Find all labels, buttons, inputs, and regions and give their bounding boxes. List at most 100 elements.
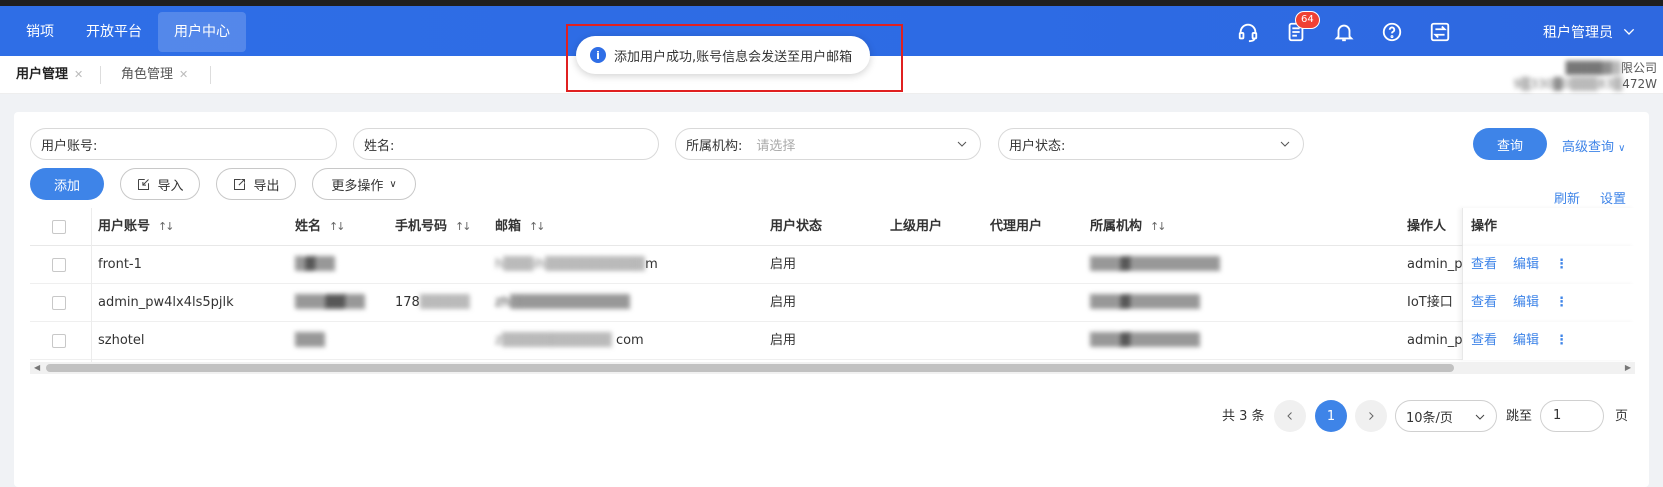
row-checkbox[interactable] <box>52 296 66 310</box>
tab-role-management[interactable]: 角色管理 ✕ <box>121 56 188 94</box>
col-org[interactable]: 所属机构 ↑↓ <box>1090 208 1167 246</box>
col-operator: 操作人 <box>1407 219 1447 234</box>
cell-name-redacted: ▒▓▒▒ <box>295 257 335 272</box>
horizontal-scrollbar[interactable]: ◀ ▶ <box>30 362 1635 374</box>
window-top-strip <box>0 0 1663 6</box>
help-icon[interactable] <box>1379 19 1405 45</box>
col-actions: 操作 <box>1471 219 1498 234</box>
col-phone[interactable]: 手机号码 ↑↓ <box>395 208 472 246</box>
name-filter[interactable]: 姓名: <box>353 128 659 160</box>
scroll-right-icon[interactable]: ▶ <box>1625 362 1631 374</box>
account-filter[interactable]: 用户账号: <box>30 128 337 160</box>
settings-link[interactable]: 设置 <box>1600 188 1626 207</box>
headset-icon[interactable] <box>1235 19 1261 45</box>
close-icon[interactable]: ✕ <box>74 68 83 81</box>
sort-icon[interactable]: ↑↓ <box>329 220 346 233</box>
document-icon[interactable]: 64 <box>1283 11 1320 45</box>
view-link[interactable]: 查看 <box>1471 333 1497 348</box>
prev-page-button[interactable] <box>1274 400 1306 432</box>
status-select[interactable]: 用户状态: <box>998 128 1304 160</box>
sort-icon[interactable]: ↑↓ <box>529 220 546 233</box>
import-button[interactable]: 导入 <box>120 168 200 200</box>
company-tax-id: 472W <box>1622 77 1657 91</box>
cell-org-redacted: ▒▒▒▓▒▒▒▒▒▒▒ <box>1090 333 1200 348</box>
view-link[interactable]: 查看 <box>1471 257 1497 272</box>
edit-link[interactable]: 编辑 <box>1513 295 1539 310</box>
cell-phone: 178▒▒▒▒▒ <box>395 295 470 310</box>
total-count: 共 3 条 <box>1222 409 1265 424</box>
export-button[interactable]: 导出 <box>216 168 296 200</box>
cell-email-redacted: zh▒▒▒▒▒▒▒▒▒▒▒▒ <box>495 295 631 310</box>
export-label: 导出 <box>253 178 280 194</box>
success-toast: i 添加用户成功,账号信息会发送至用户邮箱 <box>576 36 871 74</box>
col-actions-header: 操作 <box>1462 208 1635 246</box>
col-email-label: 邮箱 <box>495 219 522 234</box>
toast-message: 添加用户成功,账号信息会发送至用户邮箱 <box>614 49 853 65</box>
main-nav: 销项 开放平台 用户中心 <box>0 12 246 52</box>
more-actions-button[interactable]: 更多操作 ∨ <box>312 168 416 200</box>
table-header: 用户账号 ↑↓ 姓名 ↑↓ 手机号码 ↑↓ 邮箱 ↑↓ 用户状态 上级用户 代理用户 所… <box>30 208 1635 246</box>
chevron-down-icon <box>1623 28 1635 35</box>
view-link[interactable]: 查看 <box>1471 295 1497 310</box>
name-filter-label: 姓名: <box>364 138 395 154</box>
tab-label: 角色管理 <box>121 67 174 82</box>
chevron-down-icon: ∨ <box>389 178 397 190</box>
chevron-down-icon <box>1475 414 1485 420</box>
add-user-button[interactable]: 添加 <box>30 168 104 200</box>
chevron-right-icon <box>1369 412 1374 420</box>
scrollbar-thumb[interactable] <box>46 364 1454 372</box>
sort-icon[interactable]: ↑↓ <box>455 220 472 233</box>
org-select[interactable]: 所属机构: 请选择 <box>675 128 981 160</box>
row-checkbox[interactable] <box>52 334 66 348</box>
account-filter-label: 用户账号: <box>41 138 98 154</box>
next-page-button[interactable] <box>1355 400 1387 432</box>
cell-status: 启用 <box>770 333 797 348</box>
export-icon <box>234 178 246 190</box>
more-icon[interactable]: ⋮ <box>1555 257 1568 272</box>
sort-icon[interactable]: ↑↓ <box>1150 220 1167 233</box>
col-agent: 代理用户 <box>990 219 1043 234</box>
jump-page-input[interactable]: 1 <box>1540 400 1604 432</box>
row-actions: 查看 编辑 ⋮ <box>1462 284 1635 322</box>
query-button[interactable]: 查询 <box>1473 128 1547 160</box>
sort-icon[interactable]: ↑↓ <box>158 220 175 233</box>
nav-item-user-center[interactable]: 用户中心 <box>158 12 246 52</box>
cell-email: z▒▒▒▒▒▒▒▒▒▒▒ com <box>495 333 644 348</box>
row-checkbox[interactable] <box>52 258 66 272</box>
col-name-label: 姓名 <box>295 219 322 234</box>
user-role: 租户管理员 <box>1543 25 1613 41</box>
edit-link[interactable]: 编辑 <box>1513 257 1539 272</box>
nav-item-sales[interactable]: 销项 <box>0 12 70 52</box>
tab-user-management[interactable]: 用户管理 ✕ <box>16 56 83 94</box>
page-size-select[interactable]: 10条/页 <box>1395 400 1497 432</box>
edit-link[interactable]: 编辑 <box>1513 333 1539 348</box>
close-icon[interactable]: ✕ <box>179 68 188 81</box>
more-icon[interactable]: ⋮ <box>1555 333 1568 348</box>
bell-icon[interactable] <box>1331 19 1357 45</box>
page-number-current[interactable]: 1 <box>1315 400 1347 432</box>
tab-label: 用户管理 <box>16 67 69 82</box>
cell-name-redacted: ▒▒▒ <box>295 333 325 348</box>
advanced-query-link[interactable]: 高级查询 ∨ <box>1562 136 1625 155</box>
col-account[interactable]: 用户账号 ↑↓ <box>98 208 175 246</box>
col-name[interactable]: 姓名 ↑↓ <box>295 208 346 246</box>
chevron-down-icon: ∨ <box>1618 143 1626 154</box>
status-select-label: 用户状态: <box>1009 138 1066 154</box>
cell-email: h▒▒▒ih▒▒▒▒▒▒▒▒▒▒m <box>495 257 658 272</box>
refresh-link[interactable]: 刷新 <box>1554 188 1580 207</box>
nav-item-open-platform[interactable]: 开放平台 <box>70 12 158 52</box>
scroll-left-icon[interactable]: ◀ <box>34 362 40 374</box>
cell-org-redacted: ▒▒▒▓▒▒▒▒▒▒▒▒▒ <box>1090 257 1220 272</box>
fixed-column-divider <box>91 208 92 362</box>
cell-operator: admin_p <box>1407 333 1463 348</box>
company-info: ████▓▒限公司 9▒330▓0▒▒▒83▒472W <box>1513 61 1657 91</box>
cell-account: admin_pw4lx4ls5pjlk <box>98 295 234 310</box>
cell-status: 启用 <box>770 295 797 310</box>
more-icon[interactable]: ⋮ <box>1555 295 1568 310</box>
user-menu[interactable]: 租户管理员 <box>1543 22 1637 42</box>
switch-icon[interactable] <box>1427 19 1453 45</box>
import-icon <box>138 178 150 190</box>
col-email[interactable]: 邮箱 ↑↓ <box>495 208 546 246</box>
col-status: 用户状态 <box>770 219 823 234</box>
select-all-checkbox[interactable] <box>52 220 66 234</box>
